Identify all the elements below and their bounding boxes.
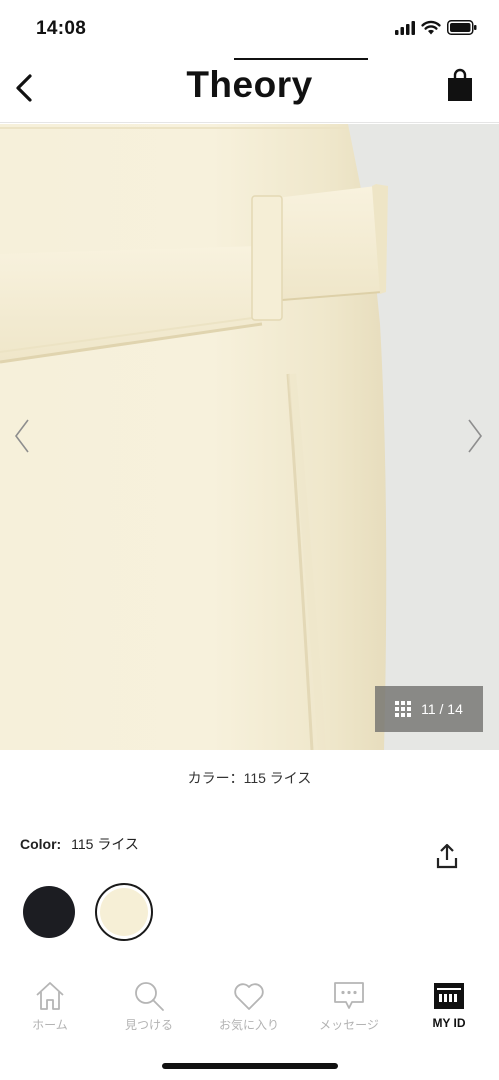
app-header: Theory (0, 58, 499, 120)
color-value: 115 ライス (71, 836, 139, 852)
chevron-left-icon (15, 419, 29, 453)
tab-messages[interactable]: メッセージ (299, 970, 399, 1040)
chevron-right-icon (468, 419, 482, 453)
tab-favorites[interactable]: お気に入り (199, 970, 299, 1040)
color-caption: カラー：115 ライス (187, 770, 312, 786)
color-swatch-black[interactable] (23, 886, 75, 938)
status-icons (395, 20, 477, 35)
home-icon (36, 982, 64, 1010)
brand-logo[interactable]: Theory (0, 64, 499, 106)
color-swatch-rice-fill (100, 888, 148, 936)
grid-icon (395, 701, 412, 717)
tab-label: お気に入り (218, 1018, 279, 1032)
share-icon (436, 843, 458, 869)
tab-home[interactable]: ホーム (0, 970, 100, 1040)
signal-icon (395, 20, 415, 35)
tab-my-id[interactable]: MY ID (399, 970, 499, 1040)
product-image-gallery[interactable]: 11 / 14 (0, 124, 499, 750)
id-card-icon (434, 983, 464, 1009)
status-bar: 14:08 (0, 0, 499, 58)
battery-icon (447, 20, 477, 35)
heart-icon (234, 983, 264, 1010)
tab-label: ホーム (32, 1018, 68, 1032)
wifi-icon (421, 20, 441, 35)
product-photo (0, 124, 499, 750)
status-time: 14:08 (36, 18, 87, 39)
color-selector-label: Color: 115 ライス (20, 834, 139, 854)
tab-search[interactable]: 見つける (99, 970, 199, 1040)
shopping-bag-icon (448, 68, 472, 101)
color-swatch-rice[interactable] (95, 883, 153, 941)
color-label: Color: (20, 836, 62, 852)
next-image-button[interactable] (463, 414, 487, 458)
tab-label: MY ID (432, 1016, 466, 1030)
logo-underline (234, 58, 368, 60)
prev-image-button[interactable] (10, 414, 34, 458)
share-button[interactable] (432, 842, 462, 870)
bottom-tab-bar: ホーム 見つける お気に入り メッセージ MY ID (0, 970, 499, 1040)
image-counter-button[interactable]: 11 / 14 (375, 686, 483, 732)
message-icon (334, 982, 364, 1009)
cart-button[interactable] (447, 68, 473, 104)
search-icon (135, 982, 164, 1011)
tab-label: メッセージ (319, 1018, 379, 1032)
home-indicator (162, 1063, 338, 1069)
image-counter-text: 11 / 14 (421, 701, 463, 717)
tab-label: 見つける (124, 1018, 173, 1032)
header-divider (0, 122, 499, 123)
